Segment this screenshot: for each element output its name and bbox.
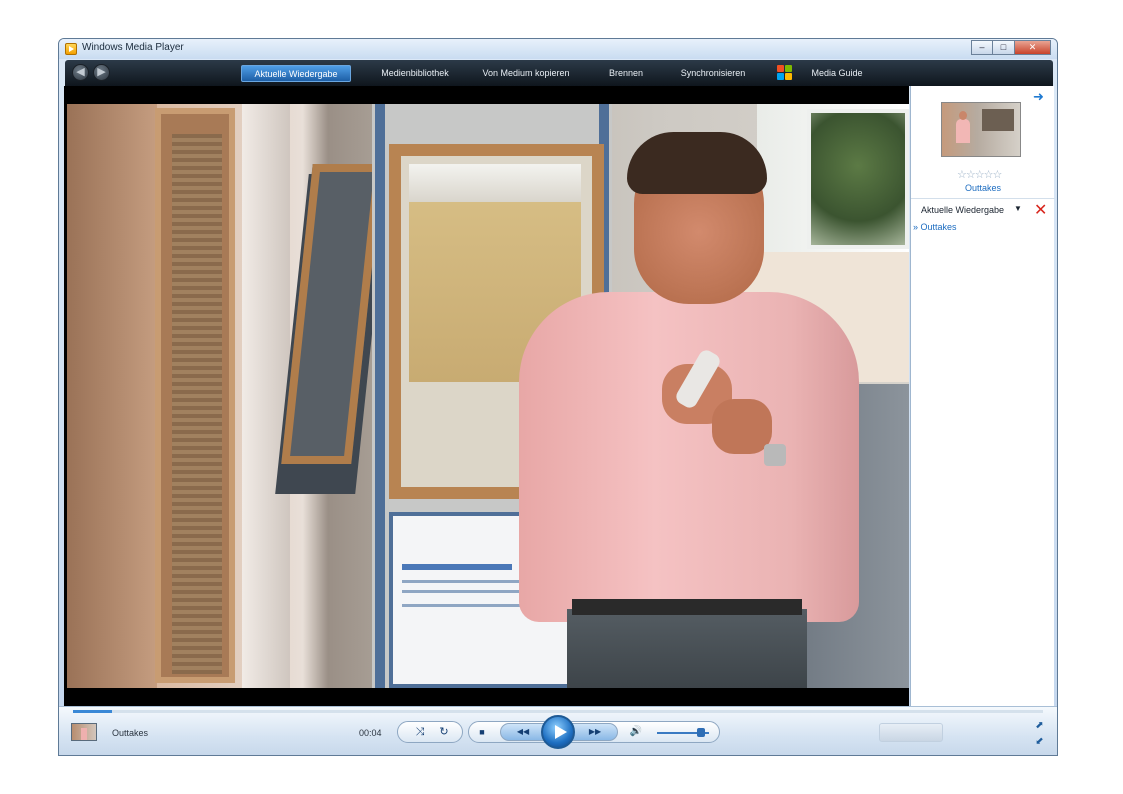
video-display[interactable] (64, 86, 909, 706)
tab-sync[interactable]: Synchronisieren (671, 65, 755, 82)
now-playing-thumbnail[interactable] (71, 723, 97, 741)
minimize-button[interactable]: – (971, 40, 993, 55)
media-player-icon (65, 43, 77, 55)
tab-library[interactable]: Medienbibliothek (372, 65, 458, 82)
clear-list-icon[interactable]: ✕ (1034, 200, 1047, 220)
playback-controls: Outtakes 00:04 ⤨ ↻ ■ ◀◀ ▶▶ 🔊 ⬈ ⬋ (59, 706, 1057, 755)
seek-progress (73, 710, 112, 713)
play-button[interactable] (541, 715, 575, 749)
compact-mode-icon[interactable]: ⬋ (1034, 736, 1045, 747)
window-controls: – □ ✕ (971, 40, 1051, 55)
previous-button[interactable]: ◀◀ (511, 726, 535, 738)
chevron-down-icon[interactable]: ▼ (1014, 204, 1022, 213)
repeat-icon[interactable]: ↻ (437, 726, 451, 738)
now-playing-title: Outtakes (112, 728, 149, 738)
volume-knob[interactable] (697, 728, 706, 737)
navigation-bar: ◀ ▶ Aktuelle Wiedergabe Medienbibliothek… (65, 60, 1053, 86)
current-title-link[interactable]: Outtakes (911, 183, 1055, 193)
full-screen-icon[interactable]: ⬈ (1034, 720, 1045, 731)
album-art-thumbnail (941, 102, 1021, 157)
tab-burn[interactable]: Brennen (600, 65, 652, 82)
mute-icon[interactable]: 🔊 (629, 726, 643, 738)
playlist-header[interactable]: Aktuelle Wiedergabe (921, 205, 1004, 215)
rating-stars[interactable]: ☆☆☆☆☆ (957, 168, 1002, 181)
switch-to-library-button[interactable] (879, 723, 943, 742)
forward-button[interactable]: ▶ (93, 64, 110, 81)
maximize-button[interactable]: □ (993, 40, 1015, 55)
close-button[interactable]: ✕ (1015, 40, 1051, 55)
elapsed-time[interactable]: 00:04 (359, 728, 382, 738)
shuffle-icon[interactable]: ⤨ (413, 726, 427, 738)
window-title: Windows Media Player (82, 42, 184, 53)
back-button[interactable]: ◀ (72, 64, 89, 81)
tab-now-playing[interactable]: Aktuelle Wiedergabe (241, 65, 351, 82)
video-frame (67, 104, 909, 688)
list-item[interactable]: » Outtakes (913, 222, 957, 232)
tab-rip[interactable]: Von Medium kopieren (473, 65, 579, 82)
divider (911, 198, 1055, 199)
show-list-arrow-icon[interactable]: ➜ (1033, 90, 1044, 103)
media-player-window: Windows Media Player – □ ✕ ◀ ▶ Aktuelle … (58, 38, 1058, 756)
shuffle-repeat-group (397, 721, 463, 743)
tab-media-guide[interactable]: Media Guide (805, 65, 869, 82)
list-pane: ➜ ☆☆☆☆☆ Outtakes Aktuelle Wiedergabe ▼ ✕… (910, 86, 1055, 706)
windows-logo-icon (777, 65, 794, 81)
list-item-label: Outtakes (920, 222, 957, 232)
stop-button[interactable]: ■ (475, 726, 489, 738)
next-button[interactable]: ▶▶ (583, 726, 607, 738)
seek-bar[interactable] (73, 710, 1043, 713)
title-bar[interactable]: Windows Media Player – □ ✕ (59, 39, 1057, 59)
